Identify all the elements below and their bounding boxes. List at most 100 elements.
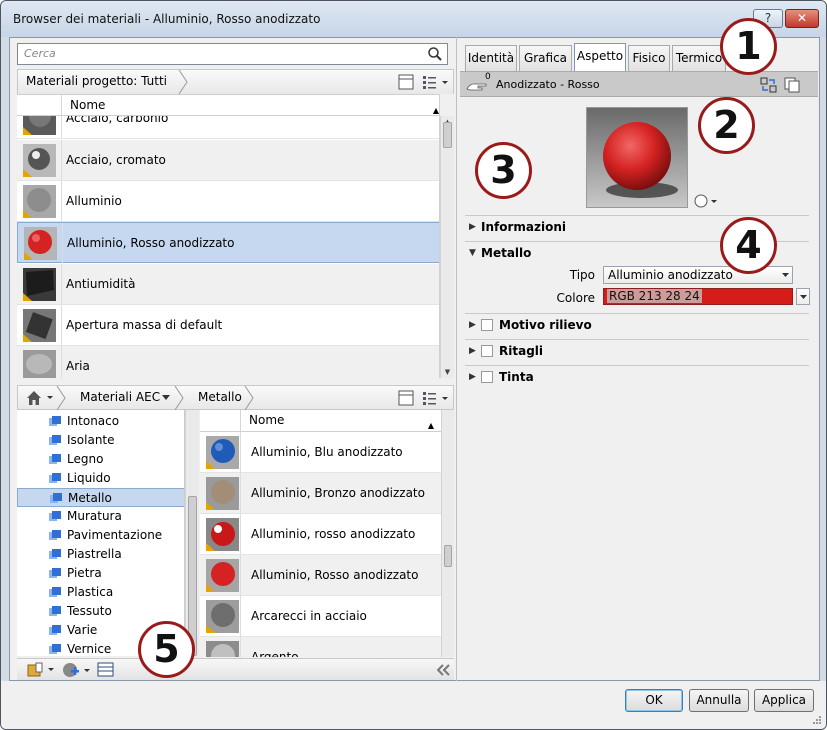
tree-item-label: Pietra (67, 566, 102, 580)
ritagli-checkbox[interactable] (481, 345, 493, 357)
close-button[interactable]: ✕ (785, 9, 819, 28)
tree-item[interactable]: Pietra (17, 564, 184, 583)
red-sphere-preview (603, 122, 678, 198)
tree-item[interactable]: Isolante (17, 431, 184, 450)
list-item[interactable]: Alluminio, rosso anodizzato (200, 514, 441, 555)
tree-item[interactable]: Muratura (17, 507, 184, 526)
collapse-left-icon[interactable] (437, 664, 451, 676)
library-list-scrollbar[interactable] (441, 410, 454, 657)
preview-options-icon[interactable] (693, 193, 721, 209)
tree-item-selected[interactable]: Metallo (17, 488, 184, 507)
material-swatch (206, 600, 239, 633)
material-swatch (24, 227, 57, 260)
project-list-scrollbar[interactable]: ▲ ▼ (440, 116, 454, 378)
callout-1: 1 (720, 18, 777, 75)
colore-value: RGB 213 28 24 (607, 289, 702, 303)
project-materials-bar: Materiali progetto: Tutti (17, 69, 454, 94)
expand-down-icon[interactable]: ▼ (469, 248, 476, 258)
tree-scrollbar[interactable] (185, 410, 199, 657)
tree-item[interactable]: Pavimentazione (17, 526, 184, 545)
list-item[interactable]: Alluminio, Bronzo anodizzato (200, 473, 441, 514)
project-materials-filter[interactable]: Materiali progetto: Tutti (18, 70, 167, 94)
motivo-rilievo-checkbox[interactable] (481, 319, 493, 331)
tab-grafica[interactable]: Grafica (519, 45, 572, 71)
tab-fisico[interactable]: Fisico (628, 45, 670, 71)
view-options-icons[interactable] (396, 73, 452, 91)
tree-item[interactable]: Plastica (17, 583, 184, 602)
tree-item-label: Varie (67, 623, 98, 637)
breadcrumb-metallo[interactable]: Metallo (190, 386, 242, 410)
list-item[interactable]: Apertura massa di default (17, 305, 439, 346)
home-icon[interactable] (26, 390, 56, 406)
breadcrumb-materiali-aec[interactable]: Materiali AEC (72, 386, 160, 410)
list-item-selected[interactable]: Alluminio, Rosso anodizzato (17, 222, 439, 263)
column-header-name[interactable]: Nome ▲ (240, 410, 440, 431)
expand-right-icon[interactable]: ▶ (469, 222, 476, 232)
folder-icon (49, 568, 61, 578)
scroll-thumb[interactable] (444, 545, 452, 567)
tree-item-label: Pavimentazione (67, 528, 163, 542)
chevron-down-icon[interactable] (162, 395, 170, 401)
list-item[interactable]: Alluminio (17, 181, 439, 222)
create-material-icon[interactable] (61, 661, 93, 679)
cancel-button[interactable]: Annulla (689, 689, 749, 712)
duplicate-asset-icon[interactable] (784, 77, 802, 93)
apply-button[interactable]: Applica (754, 689, 814, 712)
tree-item[interactable]: Liquido (17, 469, 184, 488)
material-browser-window: Browser dei materiali - Alluminio, Rosso… (0, 0, 827, 730)
window-title: Browser dei materiali - Alluminio, Rosso… (13, 12, 321, 26)
colore-options-button[interactable] (796, 288, 810, 305)
resize-grip-icon[interactable] (812, 715, 822, 725)
list-item[interactable]: Aria (17, 346, 439, 378)
section-title: Metallo (481, 246, 532, 260)
view-options-icons[interactable] (396, 389, 452, 407)
scroll-thumb[interactable] (443, 122, 452, 148)
colore-swatch-field[interactable]: RGB 213 28 24 (603, 288, 793, 305)
scroll-down-icon[interactable]: ▼ (441, 368, 454, 376)
tab-aspetto[interactable]: Aspetto (574, 43, 626, 71)
tree-item[interactable]: Piastrella (17, 545, 184, 564)
list-item[interactable]: Alluminio, Rosso anodizzato (200, 555, 441, 596)
expand-right-icon[interactable]: ▶ (469, 346, 476, 356)
expand-right-icon[interactable]: ▶ (469, 372, 476, 382)
section-ritagli[interactable]: ▶ Ritagli (465, 339, 809, 363)
list-item[interactable]: Alluminio, Blu anodizzato (200, 432, 441, 473)
tree-item[interactable]: Tessuto (17, 602, 184, 621)
tinta-checkbox[interactable] (481, 371, 493, 383)
tab-identita[interactable]: Identità (465, 45, 517, 71)
replace-asset-icon[interactable] (760, 77, 778, 93)
list-item[interactable]: Acciaio, cromato (17, 140, 439, 181)
material-name: Alluminio, Rosso anodizzato (62, 223, 234, 263)
list-item[interactable]: Arcarecci in acciaio (200, 596, 441, 637)
section-tinta[interactable]: ▶ Tinta (465, 365, 809, 389)
list-item[interactable]: Argento (200, 637, 441, 657)
list-item[interactable]: Antiumidità (17, 264, 439, 305)
material-name: Alluminio, Bronzo anodizzato (240, 473, 425, 513)
dialog-footer: OK Annulla Applica (1, 681, 826, 729)
expand-right-icon[interactable]: ▶ (469, 320, 476, 330)
tipo-value: Alluminio anodizzato (608, 268, 733, 282)
tab-termico[interactable]: Termico (672, 45, 726, 71)
list-item[interactable]: Acciaio, carbonio (17, 116, 439, 139)
chevron-down-icon[interactable] (782, 273, 789, 278)
search-icon[interactable] (427, 46, 443, 62)
section-title: Tinta (499, 370, 534, 384)
column-header-name[interactable]: Nome ▲ (61, 95, 447, 116)
column-header-label: Nome (249, 413, 285, 427)
column-header-label: Nome (70, 98, 106, 112)
chevron-down-icon[interactable] (800, 295, 807, 300)
folder-icon (49, 625, 61, 635)
manage-library-icon[interactable] (27, 662, 57, 678)
search-input[interactable]: Cerca (17, 43, 448, 65)
tree-item-label: Plastica (67, 585, 114, 599)
ok-button[interactable]: OK (625, 689, 683, 712)
tree-item-label: Intonaco (67, 414, 120, 428)
toggle-panel-icon[interactable] (97, 662, 115, 678)
library-breadcrumb-bar: Materiali AEC Metallo (17, 385, 454, 410)
material-swatch (206, 436, 239, 469)
tree-item-label: Legno (67, 452, 104, 466)
folder-icon (49, 473, 61, 483)
tree-item[interactable]: Intonaco (17, 412, 184, 431)
section-motivo-rilievo[interactable]: ▶ Motivo rilievo (465, 313, 809, 337)
tree-item[interactable]: Legno (17, 450, 184, 469)
